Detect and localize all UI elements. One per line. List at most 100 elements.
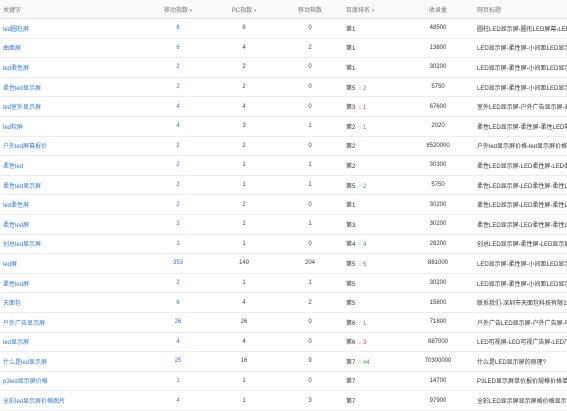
rank-change-value: 1 (363, 105, 367, 112)
pc-index-value: 1 (242, 162, 246, 169)
pc-index-value: 149 (238, 260, 249, 267)
page-title-link[interactable]: LED显示屏-柔性屏-小间距LED显示屏-创总 (477, 66, 567, 72)
keyword-link[interactable]: 柔性led显示屏 (3, 184, 41, 190)
table-row: 户外广告显示屏 26 26 0 第6↑ 1 71800 户外广告LED显示屏-户外广告屏-电… (0, 312, 567, 333)
table-row: 全彩led显示屏价格图片413第797900全彩LED显示屏显示屏格价格显示屏全… (0, 390, 567, 411)
keyword-link[interactable]: led屏 (3, 262, 17, 268)
page-title-link[interactable]: P3LED显示屏单价报价规格价格单-最新报价分析 (477, 379, 567, 385)
keyword-link[interactable]: 户外led屏幕报价 (3, 144, 47, 150)
col-rank-label: 百度排名 (346, 7, 371, 14)
sort-icon[interactable]: ▾ (372, 8, 375, 14)
page-title-link[interactable]: LED显示屏-柔性屏-小间距LED显示屏-创总 (477, 46, 567, 52)
page-title-link[interactable]: 柔性LED显示屏-LED柔性屏-柔性LED软 (477, 184, 567, 190)
keyword-link[interactable]: led软屏 (3, 125, 23, 131)
col-pc-header[interactable]: PC指数 ▾ (211, 0, 277, 19)
col-title-header: 网页标题 (474, 0, 567, 19)
rank-value: 第2 (346, 124, 356, 131)
position-value: 2 (308, 44, 312, 51)
income-value: 15800 (429, 299, 447, 306)
col-mobile-header[interactable]: 移动指数 ▾ (145, 0, 211, 19)
keyword-link[interactable]: 什么是led显示屏 (3, 360, 47, 366)
table-header-row: 关键字 移动指数 ▾ PC指数 ▾ 移动指数 百度排名 ▾ 收录量 网页标题 (0, 0, 567, 19)
table-row: 创总led显示屏 1 1 0 第4↑ 4 28200 创总LED显示屏-柔性屏-LED显示屏… (0, 234, 567, 255)
table-row: 柔性led屏 2 1 1 第3 30200 柔性LED显示屏-LED柔性屏-柔性LED软 (0, 214, 567, 235)
rank-change-value: 2 (363, 85, 367, 92)
position-value: 0 (308, 84, 312, 91)
income-value: 5750 (431, 182, 445, 189)
rank-value: 第7 (346, 359, 356, 366)
keyword-link[interactable]: p3led显示屏价格 (3, 379, 48, 385)
arrow-up-icon: ↑ (358, 124, 362, 131)
rank-value: 第2 (346, 163, 356, 170)
rank-change-value: 1 (363, 124, 367, 131)
rank-value: 第3 (346, 105, 356, 112)
page-title-link[interactable]: LED显示屏-柔性屏-小间距LED显示屏-创总 (477, 86, 567, 92)
rank-change-value: 4 (363, 242, 367, 249)
table-row: led圆柱屏 8 8 0 第1 48500 圆柱LED显示屏-圆形LED屏幕-LED圆柱屏-… (0, 18, 567, 39)
page-title-link[interactable]: 户外led显示屏价格-led显示屏价格-户外 (477, 144, 567, 150)
keyword-link[interactable]: 天面包 (3, 301, 21, 307)
sort-icon[interactable]: ▾ (254, 8, 257, 14)
mobile-index-value: 2 (176, 221, 180, 228)
mobile-index-value: 25 (174, 358, 182, 365)
page-title-link[interactable]: 柔性LED显示屏-柔性屏-柔性LED软 (477, 125, 567, 131)
mobile-index-value: 4 (176, 338, 180, 345)
rank-value: 第5 (346, 85, 356, 92)
mobile-index-value: 353 (172, 260, 183, 267)
page-title-link[interactable]: 柔性LED显示屏-LED柔性屏-柔性LED软 (477, 203, 567, 209)
page-title-link[interactable]: LED显示屏-柔性屏-小间距LED显示屏-创总 (477, 282, 567, 288)
page-title-link[interactable]: LED可视屏-LED可视广告屏-LED广告屏-美化 (477, 340, 567, 346)
col-position-label: 移动指数 (297, 7, 322, 14)
rank-change-value: 5 (363, 261, 367, 268)
rank-change: ↑ 4 (358, 242, 366, 248)
keyword-link[interactable]: 柔性led屏 (3, 282, 29, 288)
income-value: 30200 (429, 64, 447, 71)
rank-value: 第5 (346, 281, 356, 288)
pc-index-value: 16 (240, 358, 248, 365)
keyword-link[interactable]: 柔性led屏 (3, 223, 29, 229)
keyword-link[interactable]: 户外广告显示屏 (3, 321, 45, 327)
position-value: 0 (308, 25, 312, 32)
keyword-link[interactable]: 曲面屏 (3, 46, 21, 52)
income-value: 97900 (429, 397, 447, 404)
mobile-index-value: 1 (176, 377, 180, 384)
page-title-link[interactable]: 柔性LED显示屏-LED柔性屏-柔性LED软 (477, 223, 567, 229)
position-value: 1 (308, 162, 312, 169)
keyword-link[interactable]: led室外显示屏 (3, 105, 41, 111)
keyword-link[interactable]: 柔性led显示屏 (3, 86, 41, 92)
table-row: led显示屏 4 4 0 第6↓ 3 887000 LED可视屏-LED可视广告屏-LED广… (0, 332, 567, 353)
table-row: 柔性led显示屏 2 1 1 第5↑ 2 5750 柔性LED显示屏-LED柔性屏-柔性LE… (0, 175, 567, 196)
mobile-index-value: 2 (176, 162, 180, 169)
rank-value: 第5 (346, 261, 356, 268)
keyword-link[interactable]: 创总led显示屏 (3, 242, 41, 248)
keyword-link[interactable]: led圆柱屏 (3, 27, 29, 33)
position-value: 0 (308, 201, 312, 208)
position-value: 3 (308, 397, 312, 404)
page-title-link[interactable]: LED显示屏-柔性屏-小间距LED显示屏-创总 (477, 262, 567, 268)
arrow-up-icon: ↑ (358, 261, 362, 268)
page-title-link[interactable]: 什么是LED显示屏的原理? (477, 360, 546, 366)
income-value: 48500 (429, 25, 447, 32)
page-title-link[interactable]: 圆柱LED显示屏-圆形LED屏幕-LED圆柱屏-曲 (477, 27, 567, 33)
page-title-link[interactable]: 柔性LED显示屏-LED柔性屏-LED柔性软 (477, 164, 567, 170)
col-position-header[interactable]: 移动指数 (277, 0, 343, 19)
page-title-link[interactable]: 室外LED显示屏-户外广告显示屏-高清显示屏- (477, 105, 567, 111)
mobile-index-value: 2 (176, 142, 180, 149)
page-title-link[interactable]: 户外广告LED显示屏-户外广告屏-电子显示屏 (477, 321, 567, 327)
keyword-link[interactable]: led显示屏 (3, 340, 29, 346)
arrow-down-icon: ↓ (358, 105, 362, 112)
income-value: 2020 (431, 123, 445, 130)
keyword-link[interactable]: 柔性led (3, 164, 23, 170)
pc-index-value: 3 (242, 123, 246, 130)
col-rank-header[interactable]: 百度排名 ▾ (343, 0, 402, 19)
col-mobile-label: 移动指数 (163, 7, 188, 14)
sort-icon[interactable]: ▾ (190, 8, 193, 14)
page-title-link[interactable]: 联系我们-深圳市天面包科技有限公司 (477, 301, 567, 307)
position-value: 0 (308, 377, 312, 384)
keyword-link[interactable]: led柔性屏 (3, 66, 29, 72)
rank-change: ↓ 3 (358, 340, 366, 346)
page-title-link[interactable]: 创总LED显示屏-柔性屏-LED显示屏工程解决方 (477, 242, 567, 248)
mobile-index-value: 8 (176, 25, 180, 32)
mobile-index-value: 2 (176, 84, 180, 91)
keyword-link[interactable]: led柔性屏 (3, 203, 29, 209)
